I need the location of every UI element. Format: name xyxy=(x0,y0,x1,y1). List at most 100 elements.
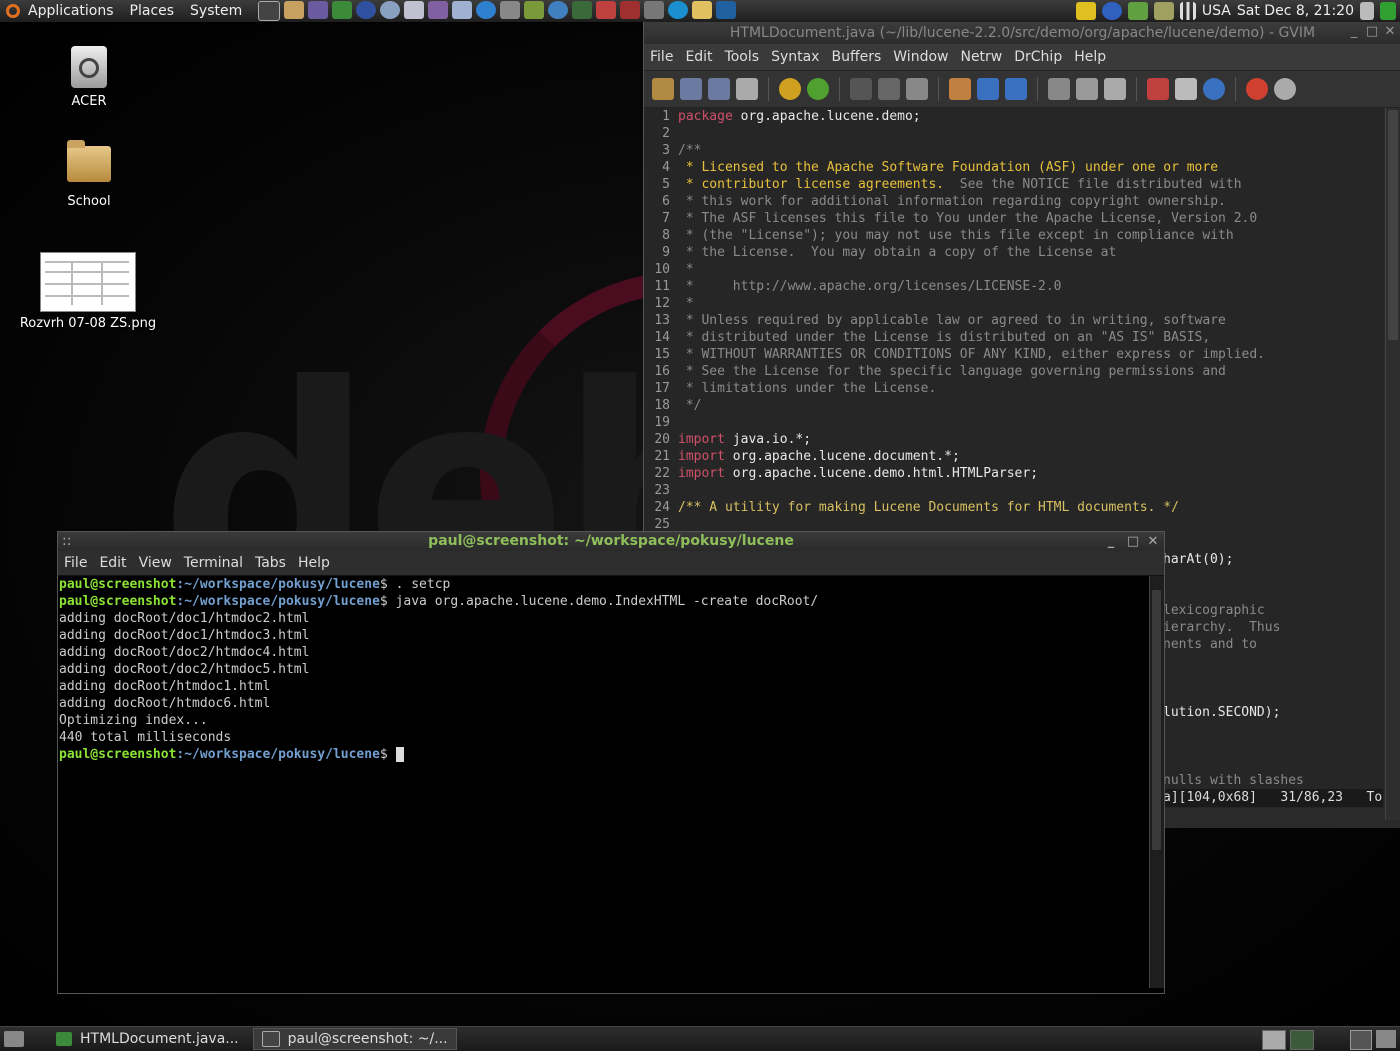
penguin-launcher-icon[interactable] xyxy=(692,1,713,19)
help-icon[interactable] xyxy=(1246,78,1268,100)
copy-icon[interactable] xyxy=(878,78,900,100)
print-icon[interactable] xyxy=(736,78,758,100)
minimize-icon[interactable]: _ xyxy=(1347,25,1361,39)
logout-icon[interactable] xyxy=(1380,2,1396,20)
media-launcher-icon[interactable] xyxy=(596,1,617,19)
vim-launcher-icon[interactable] xyxy=(332,1,353,19)
desktop-icon-image[interactable]: Rozvrh 07-08 ZS.png xyxy=(16,252,160,331)
workspace-1[interactable] xyxy=(1262,1030,1286,1050)
make-icon[interactable] xyxy=(1147,78,1169,100)
desktop-icon-school[interactable]: School xyxy=(48,140,130,209)
network-manager-icon[interactable] xyxy=(1127,2,1148,20)
messenger-launcher-icon[interactable] xyxy=(452,1,473,19)
close-icon[interactable]: ✕ xyxy=(1146,535,1160,549)
notes-icon[interactable] xyxy=(1075,2,1096,20)
settings-launcher-icon[interactable] xyxy=(548,1,569,19)
skype-launcher-icon[interactable] xyxy=(668,1,689,19)
save-icon[interactable] xyxy=(680,78,702,100)
distro-logo-icon[interactable] xyxy=(6,4,20,18)
menu-tools[interactable]: Tools xyxy=(719,49,766,65)
editor-launcher-icon[interactable] xyxy=(308,1,329,19)
web-launcher-icon[interactable] xyxy=(476,1,497,19)
window-menu-icon[interactable]: :: xyxy=(62,532,71,551)
menu-edit[interactable]: Edit xyxy=(93,555,132,571)
save-all-icon[interactable] xyxy=(708,78,730,100)
menu-help[interactable]: Help xyxy=(292,555,336,571)
cut-icon[interactable] xyxy=(850,78,872,100)
signal-strength-icon[interactable] xyxy=(1179,2,1196,20)
menu-help[interactable]: Help xyxy=(1068,49,1112,65)
menu-edit[interactable]: Edit xyxy=(679,49,718,65)
scrollbar-thumb[interactable] xyxy=(1388,110,1398,340)
taskbar-item-gvim[interactable]: HTMLDocument.java... xyxy=(48,1029,247,1049)
menu-file[interactable]: File xyxy=(644,49,679,65)
places-menu[interactable]: Places xyxy=(122,0,183,22)
home-folder-launcher-icon[interactable] xyxy=(284,1,305,19)
paste-icon[interactable] xyxy=(906,78,928,100)
image-thumbnail-icon xyxy=(40,252,136,312)
find-help-icon[interactable] xyxy=(1274,78,1296,100)
jump-tag-icon[interactable] xyxy=(1203,78,1225,100)
code-editor-partial[interactable]: harAt(0); lexicographic ierarchy. Thus nent… xyxy=(1163,551,1383,791)
menu-view[interactable]: View xyxy=(133,555,178,571)
terminal-output[interactable]: paul@screenshot:~/workspace/pokusy/lucen… xyxy=(59,576,1146,990)
network-launcher-icon[interactable] xyxy=(380,1,401,19)
camera-launcher-icon[interactable] xyxy=(644,1,665,19)
desktop-icon-acer[interactable]: ACER xyxy=(48,46,130,109)
find-replace-icon[interactable] xyxy=(949,78,971,100)
workspace-2[interactable] xyxy=(1290,1030,1314,1050)
browser-launcher-icon[interactable] xyxy=(356,1,377,19)
book-launcher-icon[interactable] xyxy=(524,1,545,19)
code-line: 22 import org.apache.lucene.demo.html.HTM… xyxy=(644,465,1384,482)
chat-launcher-icon[interactable] xyxy=(428,1,449,19)
monitor-launcher-icon[interactable] xyxy=(572,1,593,19)
menu-tabs[interactable]: Tabs xyxy=(249,555,292,571)
gvim-titlebar[interactable]: HTMLDocument.java (~/lib/lucene-2.2.0/sr… xyxy=(644,22,1400,44)
minimize-icon[interactable]: _ xyxy=(1104,535,1118,549)
open-file-icon[interactable] xyxy=(652,78,674,100)
maximize-icon[interactable]: □ xyxy=(1365,25,1379,39)
update-icon[interactable] xyxy=(1101,2,1122,20)
pdf-launcher-icon[interactable] xyxy=(620,1,641,19)
clock[interactable]: Sat Dec 8, 21:20 xyxy=(1237,3,1354,19)
menu-drchip[interactable]: DrChip xyxy=(1008,49,1068,65)
app-launcher-icon[interactable] xyxy=(716,1,737,19)
keyboard-layout[interactable]: USA xyxy=(1202,3,1231,19)
menu-window[interactable]: Window xyxy=(887,49,954,65)
find-next-icon[interactable] xyxy=(977,78,999,100)
trash-icon[interactable] xyxy=(1376,1030,1396,1048)
terminal-scrollbar[interactable] xyxy=(1149,576,1164,988)
run-script-icon[interactable] xyxy=(1104,78,1126,100)
load-session-icon[interactable] xyxy=(1048,78,1070,100)
mail-launcher-icon[interactable] xyxy=(404,1,425,19)
menu-file[interactable]: File xyxy=(58,555,93,571)
redo-icon[interactable] xyxy=(807,78,829,100)
mail-notify-icon[interactable] xyxy=(1153,2,1174,20)
save-session-icon[interactable] xyxy=(1076,78,1098,100)
taskbar-item-terminal[interactable]: paul@screenshot: ~/... xyxy=(252,1028,457,1050)
gvim-scrollbar[interactable] xyxy=(1385,108,1400,820)
scrollbar-thumb[interactable] xyxy=(1152,590,1161,850)
code-text: * distributed under the License is distr… xyxy=(678,330,1211,345)
window-title: HTMLDocument.java (~/lib/lucene-2.2.0/sr… xyxy=(729,25,1316,41)
menu-netrw[interactable]: Netrw xyxy=(954,49,1008,65)
menu-terminal[interactable]: Terminal xyxy=(178,555,249,571)
applications-menu[interactable]: Applications xyxy=(20,0,122,22)
display-icon[interactable] xyxy=(1350,1030,1372,1050)
show-desktop-icon[interactable] xyxy=(4,1031,24,1047)
menu-buffers[interactable]: Buffers xyxy=(825,49,887,65)
system-menu[interactable]: System xyxy=(182,0,250,22)
menu-syntax[interactable]: Syntax xyxy=(765,49,825,65)
terminal-titlebar[interactable]: :: paul@screenshot: ~/workspace/pokusy/l… xyxy=(58,532,1164,551)
shell-icon[interactable] xyxy=(1175,78,1197,100)
volume-icon[interactable] xyxy=(1360,2,1374,20)
terminal-launcher-icon[interactable] xyxy=(258,1,281,21)
close-icon[interactable]: ✕ xyxy=(1383,25,1397,39)
find-prev-icon[interactable] xyxy=(1005,78,1027,100)
maximize-icon[interactable]: □ xyxy=(1126,535,1140,549)
undo-icon[interactable] xyxy=(779,78,801,100)
command: java org.apache.lucene.demo.IndexHTML -c… xyxy=(395,594,819,609)
calculator-launcher-icon[interactable] xyxy=(500,1,521,19)
